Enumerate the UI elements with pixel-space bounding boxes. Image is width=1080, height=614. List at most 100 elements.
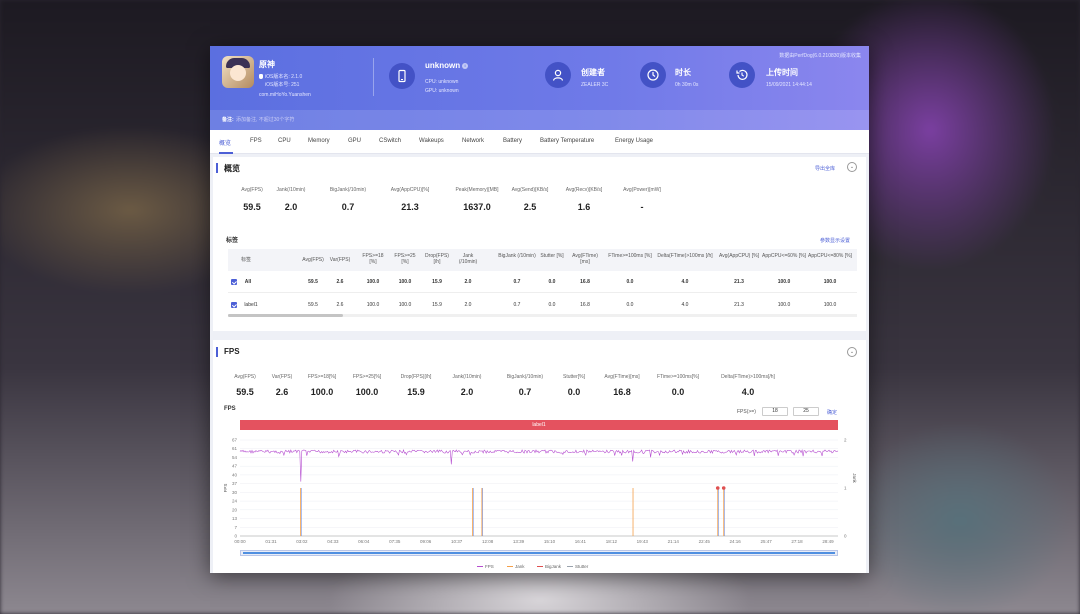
display-settings-link[interactable]: 参数显示设置 [820, 237, 850, 244]
upload-title: 上传时间 [766, 68, 798, 77]
note-label: 备注: [222, 117, 234, 123]
ios-version: iOS版本名: 2.1.0 [259, 73, 302, 80]
tab-energy-usage[interactable]: Energy Usage [615, 138, 653, 144]
tab-memory[interactable]: Memory [308, 138, 330, 144]
tab-gpu[interactable]: GPU [348, 138, 361, 144]
x-tick-label: 19:43 [637, 539, 649, 544]
table-cell: 100.0 [366, 302, 380, 308]
clock-icon [640, 62, 666, 88]
fps-series-line [239, 449, 839, 482]
legend-swatch [537, 565, 543, 567]
tab-network[interactable]: Network [462, 138, 484, 144]
x-tick-label: 28:49 [822, 539, 834, 544]
tab-fps[interactable]: FPS [250, 138, 262, 144]
metric-label: Avg(Send)[KB/s] [511, 187, 549, 193]
table-cell: 0.0 [548, 302, 556, 308]
column-header: Avg(FPS) [302, 257, 324, 263]
row-checkbox[interactable] [231, 302, 237, 308]
metric-value: 1637.0 [463, 202, 491, 212]
table-cell: 0.0 [626, 279, 634, 285]
x-tick-label: 01:31 [265, 539, 277, 544]
y-axis-label: FPS [223, 484, 228, 493]
duration-value: 0h 30m 0s [675, 82, 699, 88]
collector-version: 数据由PerfDog(6.0.210830)版本收集 [779, 53, 861, 59]
legend-item[interactable]: Jank [507, 564, 525, 569]
x-tick-label: 15:10 [544, 539, 556, 544]
x-tick-label: 12:08 [482, 539, 494, 544]
table-header: 标签 Avg(FPS) Var(FPS) FPS>=18 [%] FPS>=25… [228, 249, 857, 271]
y-tick-label: 61 [232, 446, 238, 451]
y-tick-label: 37 [232, 481, 238, 486]
legend-label: BigJank [545, 564, 562, 569]
report-header: 原神 iOS版本名: 2.1.0 iOS版本号: 251 com.miHoYo.… [210, 46, 869, 130]
metric-value: 21.3 [401, 202, 419, 212]
column-header: AppCPU<=60% [%] [762, 253, 806, 259]
legend-label: FPS [485, 564, 494, 569]
table-cell: 15.9 [432, 302, 442, 308]
table-cell: 2.0 [464, 302, 472, 308]
metric-label: Peak(Memory)[MB] [455, 187, 499, 193]
header-separator [373, 58, 374, 96]
table-cell: 16.8 [580, 302, 590, 308]
column-header: Avg(FTime) [ms] [572, 253, 598, 265]
y-tick-label: 67 [232, 438, 238, 443]
table-cell: 4.0 [681, 279, 689, 285]
y2-axis-label: Jank [852, 473, 857, 483]
user-icon [545, 62, 571, 88]
x-tick-label: 24:16 [730, 539, 742, 544]
table-row[interactable]: All 59.5 2.6 100.0 100.0 15.9 2.0 0.7 0.… [228, 271, 857, 293]
tab-battery[interactable]: Battery [503, 138, 522, 144]
info-icon[interactable]: i [462, 63, 469, 69]
table-cell: 0.0 [548, 279, 556, 285]
tab-wakeups[interactable]: Wakeups [419, 138, 444, 144]
table-cell: 100.0 [398, 302, 412, 308]
column-header: AppCPU<=80% [%] [808, 253, 852, 259]
x-tick-label: 10:37 [451, 539, 463, 544]
history-icon [729, 62, 755, 88]
x-tick-label: 07:35 [389, 539, 401, 544]
table-cell: 0.0 [626, 302, 634, 308]
table-cell: 100.0 [823, 279, 837, 285]
fps-chart[interactable]: 67 61 54 47 40 37 30 24 20 13 7 0 2 1 0 FPS Jank 00:00 01:… [213, 340, 866, 573]
note-input[interactable]: 添加备注, 不超过30个字符 [236, 116, 294, 123]
table-cell: 100.0 [777, 279, 791, 285]
creator-value: ZEALER 3C [581, 82, 609, 88]
x-tick-label: 03:02 [296, 539, 308, 544]
column-header: 标签 [240, 257, 251, 263]
chevron-down-icon[interactable]: ⌄ [847, 162, 857, 172]
legend-item[interactable]: Stutter [567, 564, 588, 569]
export-link[interactable]: 导出全库 [815, 165, 835, 172]
x-tick-label: 16:41 [575, 539, 587, 544]
active-tab-indicator [219, 152, 233, 154]
phone-icon [389, 63, 415, 89]
legend-item[interactable]: BigJank [537, 564, 561, 569]
device-cpu: CPU: unknown [425, 79, 459, 85]
column-header: Delta(FTime)>100ms [/h] [657, 253, 713, 259]
tab-battery-temperature[interactable]: Battery Temperature [540, 138, 594, 144]
table-cell: 100.0 [398, 279, 412, 285]
y2-tick-label: 2 [844, 438, 847, 443]
table-scrollbar[interactable] [228, 314, 857, 317]
legend-swatch [477, 565, 483, 567]
column-header: Var(FPS) [329, 257, 351, 263]
table-cell: 100.0 [366, 279, 380, 285]
device-gpu: GPU: unknown [425, 88, 459, 94]
tab-cswitch[interactable]: CSwitch [379, 138, 401, 144]
scrollbar-thumb[interactable] [228, 314, 343, 317]
bundle-id: com.miHoYo.Yuanshen [259, 92, 311, 98]
overview-card: 概览 导出全库 ⌄ Avg(FPS) 59.5 Jank(/10min) 2.0… [213, 157, 866, 331]
table-row[interactable]: label1 59.5 2.6 100.0 100.0 15.9 2.0 0.7… [228, 294, 857, 316]
table-cell: 21.3 [734, 279, 744, 285]
x-tick-label: 25:47 [760, 539, 772, 544]
y2-tick-label: 1 [844, 486, 847, 491]
x-tick-label: 18:12 [606, 539, 618, 544]
column-header: BigJank (/10min) [498, 253, 536, 259]
title-accent [216, 163, 218, 173]
time-range-slider[interactable] [240, 550, 838, 556]
metric-value: 2.0 [284, 202, 298, 212]
slider-range[interactable] [243, 552, 835, 554]
tab-overview[interactable]: 概览 [219, 138, 231, 147]
tab-cpu[interactable]: CPU [278, 138, 291, 144]
row-checkbox[interactable] [231, 279, 237, 285]
legend-item[interactable]: FPS [477, 564, 494, 569]
